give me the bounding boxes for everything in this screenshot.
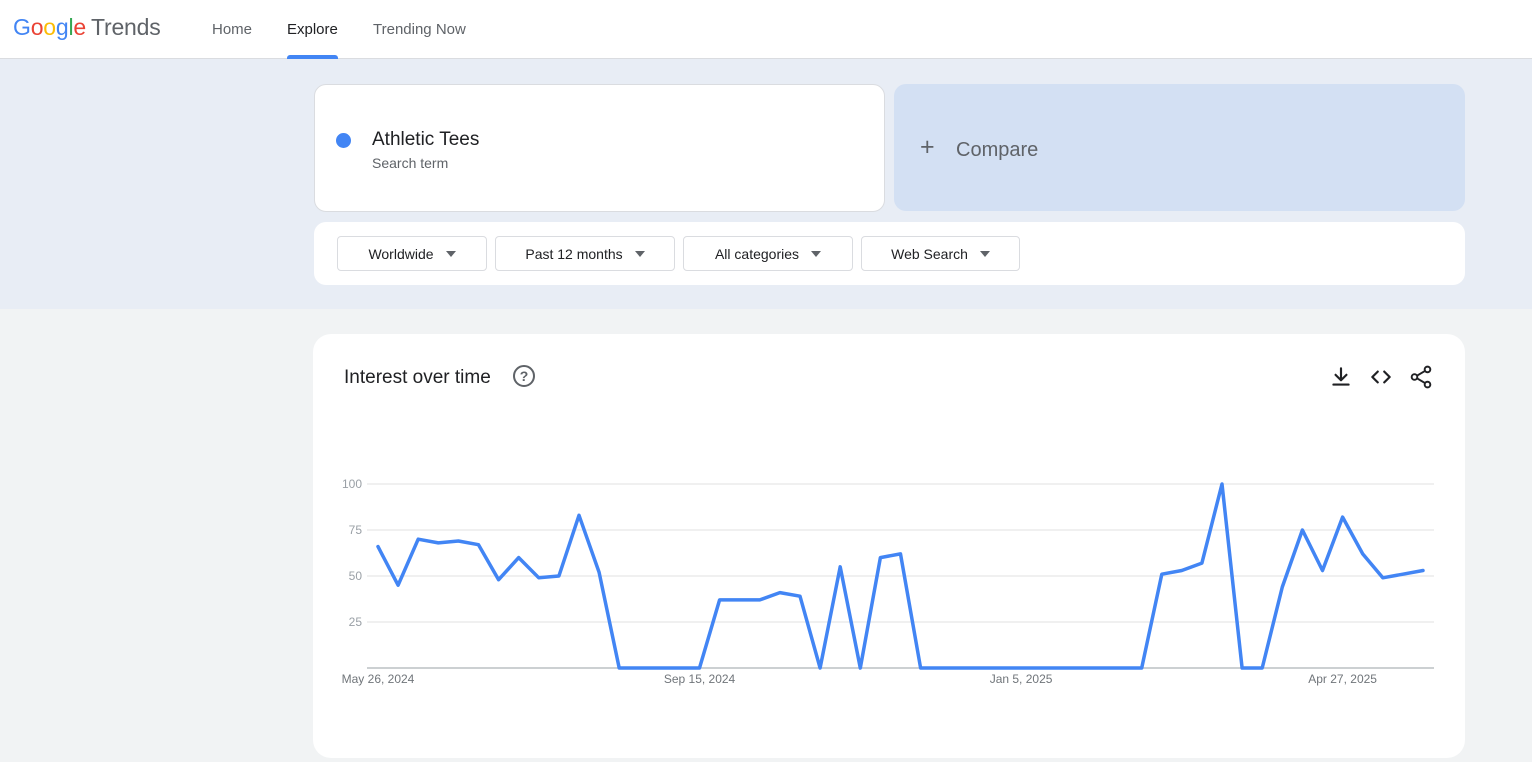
region-dropdown-label: Worldwide — [368, 245, 434, 262]
logo-letter: g — [55, 14, 69, 40]
y-tick-label: 50 — [349, 569, 363, 583]
x-tick-label: Jan 5, 2025 — [990, 672, 1053, 686]
caret-down-icon — [811, 250, 822, 257]
logo-letter: e — [73, 14, 86, 40]
category-dropdown[interactable]: All categories — [683, 236, 853, 271]
time-range-dropdown[interactable]: Past 12 months — [495, 236, 675, 271]
x-tick-label: Apr 27, 2025 — [1308, 672, 1377, 686]
interest-over-time-card: Interest over time ? 25 50 75 100 May 26, 20… — [313, 334, 1465, 758]
x-tick-label: May 26, 2024 — [342, 672, 415, 686]
category-dropdown-label: All categories — [714, 245, 800, 262]
y-tick-label: 100 — [342, 477, 362, 491]
x-tick-label: Sep 15, 2024 — [664, 672, 736, 686]
compare-button[interactable]: + Compare — [894, 84, 1465, 211]
search-term-type: Search term — [372, 155, 449, 171]
plus-icon: + — [920, 133, 935, 161]
logo-suffix: Trends — [91, 14, 161, 40]
search-term-name[interactable]: Athletic Tees — [372, 129, 479, 151]
nav-home[interactable]: Home — [212, 0, 252, 58]
logo-letter: G — [13, 14, 31, 40]
search-type-dropdown[interactable]: Web Search — [861, 236, 1020, 271]
google-trends-logo[interactable]: Google Trends — [13, 14, 161, 41]
filter-bar: Worldwide Past 12 months All categories … — [314, 222, 1465, 285]
caret-down-icon — [445, 250, 456, 257]
search-type-dropdown-label: Web Search — [891, 245, 968, 262]
logo-letter: o — [30, 14, 44, 40]
nav-explore[interactable]: Explore — [287, 0, 338, 59]
time-range-dropdown-label: Past 12 months — [525, 245, 623, 262]
interest-line-chart: 25 50 75 100 May 26, 2024 Sep 15, 2024 Jan 5, … — [342, 477, 1434, 686]
caret-down-icon — [634, 250, 645, 257]
caret-down-icon — [979, 250, 990, 257]
top-bar: Google Trends Home Explore Trending Now — [0, 0, 1532, 59]
term-color-dot — [336, 133, 351, 148]
region-dropdown[interactable]: Worldwide — [337, 236, 487, 271]
logo-letter: o — [43, 14, 56, 40]
y-tick-label: 25 — [349, 615, 363, 629]
compare-label: Compare — [956, 139, 1039, 161]
search-term-card[interactable]: Athletic Tees Search term — [314, 84, 885, 212]
nav-trending-now[interactable]: Trending Now — [373, 0, 466, 58]
y-tick-label: 75 — [349, 523, 363, 537]
